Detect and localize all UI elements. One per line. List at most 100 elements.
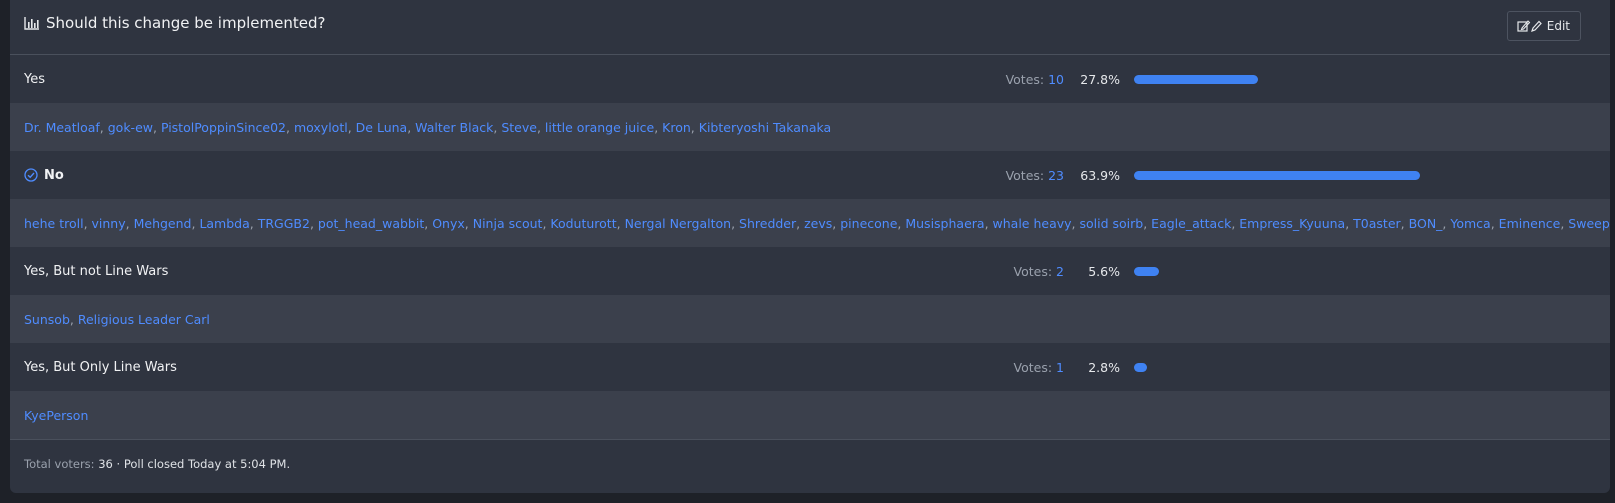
voter-separator: , xyxy=(1400,215,1409,231)
voter-separator: , xyxy=(731,215,740,231)
voter-link[interactable]: Religious Leader Carl xyxy=(78,312,210,327)
voter-link[interactable]: Eagle_attack xyxy=(1151,216,1231,231)
answer-percent: 27.8% xyxy=(1080,71,1120,87)
voter-link[interactable]: Yomca xyxy=(1450,216,1490,231)
voter-separator: , xyxy=(99,119,108,135)
voters-list: Sunsob, Religious Leader Carl xyxy=(24,312,210,327)
voter-separator: , xyxy=(347,119,356,135)
poll-title: Should this change be implemented? xyxy=(46,14,326,32)
answer-progress-bar xyxy=(1134,363,1147,372)
voter-link[interactable]: Empress_Kyuuna xyxy=(1239,216,1345,231)
answer-label: Yes, But Only Line Wars xyxy=(24,359,177,375)
poll-answer-row: Yes, But not Line Wars Votes: 2 5.6% xyxy=(10,247,1610,295)
voter-link[interactable]: Dr. Meatloaf xyxy=(24,120,100,135)
voter-link[interactable]: Walter Black xyxy=(415,120,493,135)
answer-percent: 2.8% xyxy=(1088,359,1120,375)
answer-voters-row: hehe troll, vinny, Mehgend, Lambda, TRGG… xyxy=(10,199,1610,247)
voter-link[interactable]: PistolPoppinSince02 xyxy=(161,120,286,135)
voter-link[interactable]: moxylotl xyxy=(294,120,348,135)
total-voters-label: Total voters: xyxy=(24,457,95,471)
voter-link[interactable]: Ninja scout xyxy=(473,216,543,231)
voter-separator: , xyxy=(536,119,545,135)
edit-icon xyxy=(1517,20,1542,32)
poll-answer-row: Yes, But Only Line Wars Votes: 1 2.8% xyxy=(10,343,1610,391)
voter-separator: , xyxy=(286,119,294,135)
voter-link[interactable]: Sunsob xyxy=(24,312,70,327)
votes-count-link[interactable]: 1 xyxy=(1056,360,1064,375)
answer-label: No xyxy=(44,167,64,183)
voter-separator: , xyxy=(407,119,416,135)
voter-separator: , xyxy=(125,215,134,231)
answer-label: Yes xyxy=(24,71,45,87)
answer-votes: Votes: 1 xyxy=(1014,360,1064,375)
voter-separator: , xyxy=(690,119,699,135)
footer-separator: · xyxy=(116,457,121,471)
poll-block: Should this change be implemented? Edit … xyxy=(10,0,1610,493)
voter-separator: , xyxy=(654,119,663,135)
poll-closed-text: Poll closed Today at 5:04 PM. xyxy=(123,457,291,471)
answer-percent: 63.9% xyxy=(1080,167,1120,183)
voted-check-icon xyxy=(24,168,38,182)
voter-link[interactable]: KyePerson xyxy=(24,408,88,423)
voter-separator: , xyxy=(1143,215,1152,231)
poll-answer-row: Yes Votes: 10 27.8% xyxy=(10,55,1610,103)
voter-link[interactable]: TRGGB2 xyxy=(258,216,310,231)
bar-chart-icon xyxy=(24,17,39,30)
votes-label: Votes: xyxy=(1013,263,1053,279)
voter-link[interactable]: BON_ xyxy=(1409,216,1443,231)
votes-count-link[interactable]: 10 xyxy=(1048,72,1064,87)
voter-separator: , xyxy=(984,215,993,231)
votes-count-link[interactable]: 2 xyxy=(1056,264,1064,279)
voter-separator: , xyxy=(796,215,805,231)
poll-answers: Yes Votes: 10 27.8% Dr. Meatloaf, gok-ew, P… xyxy=(10,55,1610,439)
voter-separator: , xyxy=(424,215,433,231)
votes-label: Votes: xyxy=(1005,167,1045,183)
voter-separator: , xyxy=(152,119,161,135)
voter-link[interactable]: Lambda xyxy=(199,216,249,231)
voter-link[interactable]: Sweepy xyxy=(1568,216,1610,231)
voter-link[interactable]: pinecone xyxy=(840,216,897,231)
voter-separator: , xyxy=(616,215,625,231)
votes-count-link[interactable]: 23 xyxy=(1048,168,1064,183)
voter-link[interactable]: little orange juice xyxy=(545,120,654,135)
voter-separator: , xyxy=(1490,215,1499,231)
voter-link[interactable]: Eminence xyxy=(1499,216,1561,231)
voter-separator: , xyxy=(69,311,78,327)
voter-link[interactable]: solid soirb xyxy=(1079,216,1143,231)
poll-header: Should this change be implemented? Edit xyxy=(10,0,1610,55)
voter-link[interactable]: Musisphaera xyxy=(905,216,984,231)
voter-separator: , xyxy=(464,215,473,231)
voters-list: KyePerson xyxy=(24,408,88,423)
voter-separator: , xyxy=(309,215,318,231)
voter-link[interactable]: Steve xyxy=(501,120,537,135)
voter-link[interactable]: zevs xyxy=(804,216,832,231)
voter-link[interactable]: gok-ew xyxy=(108,120,153,135)
voter-link[interactable]: Nergal Nergalton xyxy=(625,216,732,231)
answer-voters-row: Sunsob, Religious Leader Carl xyxy=(10,295,1610,343)
answer-progress-bar xyxy=(1134,267,1160,276)
poll-answer-row: No Votes: 23 63.9% xyxy=(10,151,1610,199)
voter-link[interactable]: Onyx xyxy=(432,216,465,231)
voter-link[interactable]: Koduturott xyxy=(550,216,616,231)
voter-link[interactable]: Kibteryoshi Takanaka xyxy=(699,120,831,135)
voter-link[interactable]: vinny xyxy=(92,216,126,231)
voter-link[interactable]: Mehgend xyxy=(134,216,192,231)
voter-link[interactable]: Kron xyxy=(662,120,691,135)
voter-separator: , xyxy=(249,215,258,231)
voters-list: hehe troll, vinny, Mehgend, Lambda, TRGG… xyxy=(24,216,1610,231)
voter-link[interactable]: whale heavy xyxy=(993,216,1072,231)
voter-link[interactable]: pot_head_wabbit xyxy=(318,216,424,231)
voter-separator: , xyxy=(83,215,92,231)
poll-footer: Total voters: 36 · Poll closed Today at … xyxy=(10,439,1610,488)
voter-link[interactable]: Shredder xyxy=(739,216,796,231)
voter-link[interactable]: hehe troll xyxy=(24,216,84,231)
edit-poll-button[interactable]: Edit xyxy=(1506,11,1581,41)
answer-votes: Votes: 10 xyxy=(1006,72,1064,87)
answer-voters-row: KyePerson xyxy=(10,391,1610,439)
answer-progress-bar xyxy=(1134,171,1420,180)
voter-link[interactable]: De Luna xyxy=(356,120,408,135)
voter-separator: , xyxy=(1345,215,1354,231)
votes-label: Votes: xyxy=(1013,359,1053,375)
answer-progress-bar xyxy=(1134,75,1259,84)
voter-link[interactable]: T0aster xyxy=(1353,216,1401,231)
